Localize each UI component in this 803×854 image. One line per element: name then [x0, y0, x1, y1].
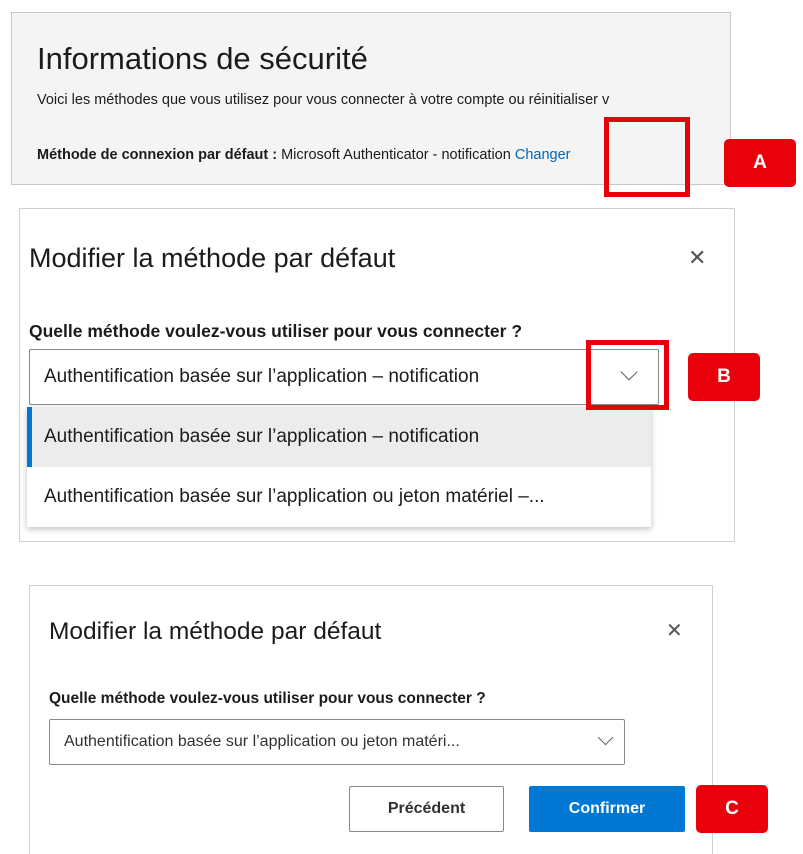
dialog-title: Modifier la méthode par défaut	[29, 243, 396, 273]
default-method-value-part1: Microsoft Authenticator - notificati	[277, 147, 495, 163]
dropdown-option[interactable]: Authentification basée sur l’application…	[27, 467, 651, 527]
change-method-dialog-confirm: Modifier la méthode par défaut ✕ Quelle …	[29, 585, 713, 854]
method-question: Quelle méthode voulez-vous utiliser pour…	[49, 690, 486, 707]
confirm-button[interactable]: Confirmer	[529, 786, 685, 832]
callout-badge-b: B	[688, 353, 760, 401]
method-question: Quelle méthode voulez-vous utiliser pour…	[29, 321, 523, 341]
close-icon[interactable]: ✕	[666, 621, 683, 641]
close-icon[interactable]: ✕	[688, 247, 706, 269]
dropdown-option-selected[interactable]: Authentification basée sur l’application…	[27, 407, 651, 467]
chevron-down-icon[interactable]	[597, 729, 614, 746]
callout-badge-a: A	[724, 139, 796, 187]
previous-button[interactable]: Précédent	[349, 786, 504, 832]
method-dropdown-list: Authentification basée sur l’application…	[27, 407, 651, 527]
highlight-box-a	[604, 117, 690, 197]
default-method-label: Méthode de connexion par défaut :	[37, 147, 278, 163]
default-method-line: Méthode de connexion par défaut : Micros…	[37, 147, 570, 163]
change-method-link[interactable]: Changer	[515, 147, 571, 163]
callout-badge-c: C	[696, 785, 768, 833]
method-select-value: Authentification basée sur l’application…	[44, 366, 480, 387]
highlight-box-b	[586, 340, 669, 410]
security-info-description: Voici les méthodes que vous utilisez pou…	[37, 92, 610, 108]
method-select[interactable]: Authentification basée sur l’application…	[49, 719, 625, 765]
security-info-title: Informations de sécurité	[37, 41, 368, 76]
dialog-title: Modifier la méthode par défaut	[49, 618, 382, 645]
method-select-value: Authentification basée sur l’application…	[64, 733, 460, 750]
default-method-value-part2: on	[494, 147, 515, 163]
method-select[interactable]: Authentification basée sur l’application…	[29, 349, 659, 405]
